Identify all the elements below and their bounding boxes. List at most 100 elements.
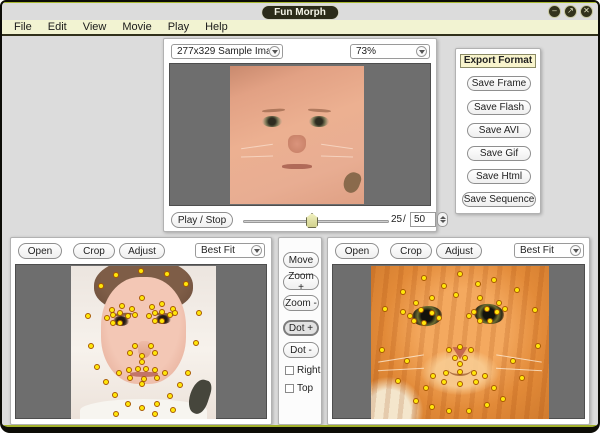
morph-point-dot[interactable] xyxy=(491,277,497,283)
save-frame-button[interactable]: Save Frame xyxy=(467,76,531,91)
chevron-down-icon[interactable] xyxy=(570,245,581,256)
adjust-button[interactable]: Adjust xyxy=(436,243,482,259)
menu-play[interactable]: Play xyxy=(160,20,197,34)
morph-point-dot[interactable] xyxy=(429,404,435,410)
morph-preview-canvas[interactable] xyxy=(169,63,431,206)
morph-point-dot[interactable] xyxy=(132,312,138,318)
save-flash-button[interactable]: Save Flash xyxy=(467,100,531,115)
morph-point-dot[interactable] xyxy=(135,366,141,372)
morph-point-dot[interactable] xyxy=(94,364,100,370)
morph-point-dot[interactable] xyxy=(125,401,131,407)
zoom-level-select[interactable]: 73% xyxy=(350,44,430,59)
dot-add-tool-button[interactable]: Dot + xyxy=(283,320,319,336)
adjust-button[interactable]: Adjust xyxy=(119,243,165,259)
morph-point-dot[interactable] xyxy=(379,347,385,353)
morph-point-dot[interactable] xyxy=(457,361,463,367)
menu-file[interactable]: File xyxy=(6,20,40,34)
save-html-button[interactable]: Save Html xyxy=(467,169,531,184)
crop-button[interactable]: Crop xyxy=(390,243,432,259)
morph-point-dot[interactable] xyxy=(429,310,435,316)
morph-point-dot[interactable] xyxy=(177,382,183,388)
morph-point-dot[interactable] xyxy=(484,306,490,312)
morph-point-dot[interactable] xyxy=(185,370,191,376)
morph-point-dot[interactable] xyxy=(475,281,481,287)
morph-point-dot[interactable] xyxy=(148,343,154,349)
morph-point-dot[interactable] xyxy=(519,375,525,381)
morph-point-dot[interactable] xyxy=(423,385,429,391)
morph-point-dot[interactable] xyxy=(103,379,109,385)
morph-point-dot[interactable] xyxy=(468,347,474,353)
top-checkbox[interactable] xyxy=(285,384,294,393)
zoom-in-tool-button[interactable]: Zoom + xyxy=(283,274,319,290)
menu-edit[interactable]: Edit xyxy=(40,20,75,34)
morph-point-dot[interactable] xyxy=(154,375,160,381)
morph-point-dot[interactable] xyxy=(167,393,173,399)
morph-point-dot[interactable] xyxy=(139,381,145,387)
morph-point-dot[interactable] xyxy=(443,370,449,376)
morph-point-dot[interactable] xyxy=(466,313,472,319)
fit-select[interactable]: Best Fit xyxy=(514,243,584,258)
morph-point-dot[interactable] xyxy=(382,306,388,312)
morph-point-dot[interactable] xyxy=(491,385,497,391)
chevron-down-icon[interactable] xyxy=(251,245,262,256)
menu-view[interactable]: View xyxy=(75,20,115,34)
girl-photo[interactable] xyxy=(71,266,216,419)
morph-point-dot[interactable] xyxy=(453,292,459,298)
morph-point-dot[interactable] xyxy=(88,343,94,349)
total-frames-input[interactable]: 50 xyxy=(410,212,436,227)
morph-point-dot[interactable] xyxy=(496,300,502,306)
morph-point-dot[interactable] xyxy=(404,358,410,364)
morph-point-dot[interactable] xyxy=(411,318,417,324)
total-frames-stepper[interactable] xyxy=(437,212,448,227)
morph-point-dot[interactable] xyxy=(532,307,538,313)
maximize-icon[interactable]: ↗ xyxy=(564,5,577,18)
move-tool-button[interactable]: Move xyxy=(283,252,319,268)
morph-point-dot[interactable] xyxy=(154,401,160,407)
morph-point-dot[interactable] xyxy=(196,310,202,316)
morph-point-dot[interactable] xyxy=(138,268,144,274)
morph-point-dot[interactable] xyxy=(484,402,490,408)
morph-point-dot[interactable] xyxy=(457,369,463,375)
morph-point-dot[interactable] xyxy=(413,398,419,404)
morph-point-dot[interactable] xyxy=(119,303,125,309)
source-canvas[interactable] xyxy=(15,264,267,419)
fit-select[interactable]: Best Fit xyxy=(195,243,265,258)
morph-point-dot[interactable] xyxy=(170,407,176,413)
morph-point-dot[interactable] xyxy=(500,396,506,402)
morph-point-dot[interactable] xyxy=(400,289,406,295)
morph-point-dot[interactable] xyxy=(193,340,199,346)
morph-point-dot[interactable] xyxy=(502,306,508,312)
menu-movie[interactable]: Movie xyxy=(114,20,159,34)
open-button[interactable]: Open xyxy=(335,243,379,259)
dot-remove-tool-button[interactable]: Dot - xyxy=(283,342,319,358)
right-checkbox[interactable] xyxy=(285,366,294,375)
morph-point-dot[interactable] xyxy=(110,320,116,326)
morph-point-dot[interactable] xyxy=(429,295,435,301)
morph-point-dot[interactable] xyxy=(466,408,472,414)
save-sequence-button[interactable]: Save Sequence xyxy=(462,192,536,207)
play-stop-button[interactable]: Play / Stop xyxy=(171,212,233,228)
morph-point-dot[interactable] xyxy=(85,313,91,319)
chevron-down-icon[interactable] xyxy=(416,46,427,57)
save-gif-button[interactable]: Save Gif xyxy=(467,146,531,161)
morph-point-dot[interactable] xyxy=(477,295,483,301)
morph-point-dot[interactable] xyxy=(446,408,452,414)
cat-photo[interactable] xyxy=(371,266,549,419)
morph-point-dot[interactable] xyxy=(457,271,463,277)
morph-point-dot[interactable] xyxy=(452,355,458,361)
morph-point-dot[interactable] xyxy=(535,343,541,349)
morph-point-dot[interactable] xyxy=(112,392,118,398)
save-avi-button[interactable]: Save AVI xyxy=(467,123,531,138)
morph-point-dot[interactable] xyxy=(395,378,401,384)
menu-help[interactable]: Help xyxy=(197,20,236,34)
morph-point-dot[interactable] xyxy=(164,271,170,277)
sample-image-select[interactable]: 277x329 Sample Image1 xyxy=(171,44,283,59)
morph-point-dot[interactable] xyxy=(510,358,516,364)
morph-point-dot[interactable] xyxy=(441,283,447,289)
morph-point-dot[interactable] xyxy=(183,281,189,287)
morph-point-dot[interactable] xyxy=(143,366,149,372)
morph-point-dot[interactable] xyxy=(477,318,483,324)
frame-slider-thumb[interactable] xyxy=(306,213,318,228)
morph-point-dot[interactable] xyxy=(110,312,116,318)
morph-point-dot[interactable] xyxy=(457,381,463,387)
